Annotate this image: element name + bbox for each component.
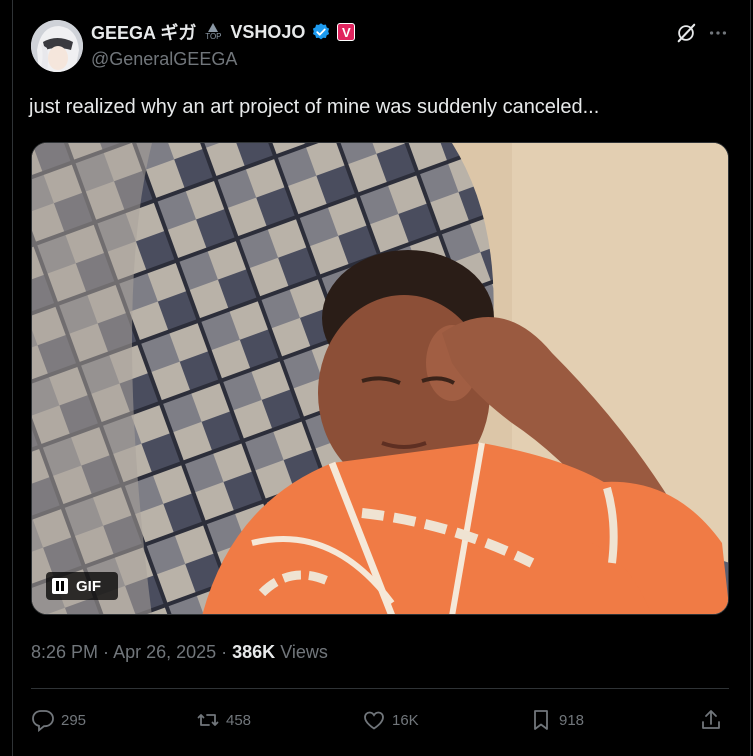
bookmark-button[interactable]: 918 [529,704,584,736]
author-handle[interactable]: @GeneralGEEGA [91,49,237,70]
tweet-meta: 8:26 PM · Apr 26, 2025 · 386K Views [31,642,328,663]
meta-separator-2: · [216,642,233,662]
repost-count: 458 [226,711,252,729]
more-icon[interactable] [707,22,729,44]
repost-button[interactable]: 458 [196,704,251,736]
author-name-row[interactable]: GEEGA ギガ TOP VSHOJO V [91,19,356,45]
avatar[interactable] [31,20,83,72]
views-label: Views [280,642,328,662]
tweet-card: GEEGA ギガ TOP VSHOJO V @GeneralGEEGA just… [12,0,751,756]
like-count: 16K [392,711,419,729]
tweet-date[interactable]: Apr 26, 2025 [113,642,216,662]
top-badge-text: TOP [205,32,222,41]
tweet-time[interactable]: 8:26 PM [31,642,98,662]
repost-icon [197,714,219,726]
reply-icon [32,710,54,732]
top-badge-icon: TOP [202,20,224,44]
like-icon [364,711,384,730]
vshojo-badge-icon: V [337,23,356,41]
meta-separator: · [98,642,114,662]
views-count: 386K [232,642,276,662]
bookmark-count: 918 [559,711,585,729]
tweet-media-gif[interactable]: GIF [31,142,729,615]
like-button[interactable]: 16K [362,704,419,736]
display-name-part2[interactable]: VSHOJO [230,22,305,43]
action-bar: 295 458 16K 918 [31,704,729,736]
gif-label: GIF [76,577,101,595]
pause-icon[interactable] [52,578,68,594]
share-button[interactable] [699,704,723,736]
display-name-part1[interactable]: GEEGA ギガ [91,19,196,45]
reply-button[interactable]: 295 [31,704,86,736]
gif-frame [32,143,728,614]
grok-icon[interactable] [675,22,697,44]
reply-count: 295 [61,711,87,729]
share-icon [702,710,720,729]
tweet-text: just realized why an art project of mine… [29,96,600,118]
divider [31,688,729,689]
avatar-image [31,20,83,72]
gif-controls[interactable]: GIF [46,572,118,600]
verified-icon [313,23,330,40]
bookmark-icon [534,710,548,730]
